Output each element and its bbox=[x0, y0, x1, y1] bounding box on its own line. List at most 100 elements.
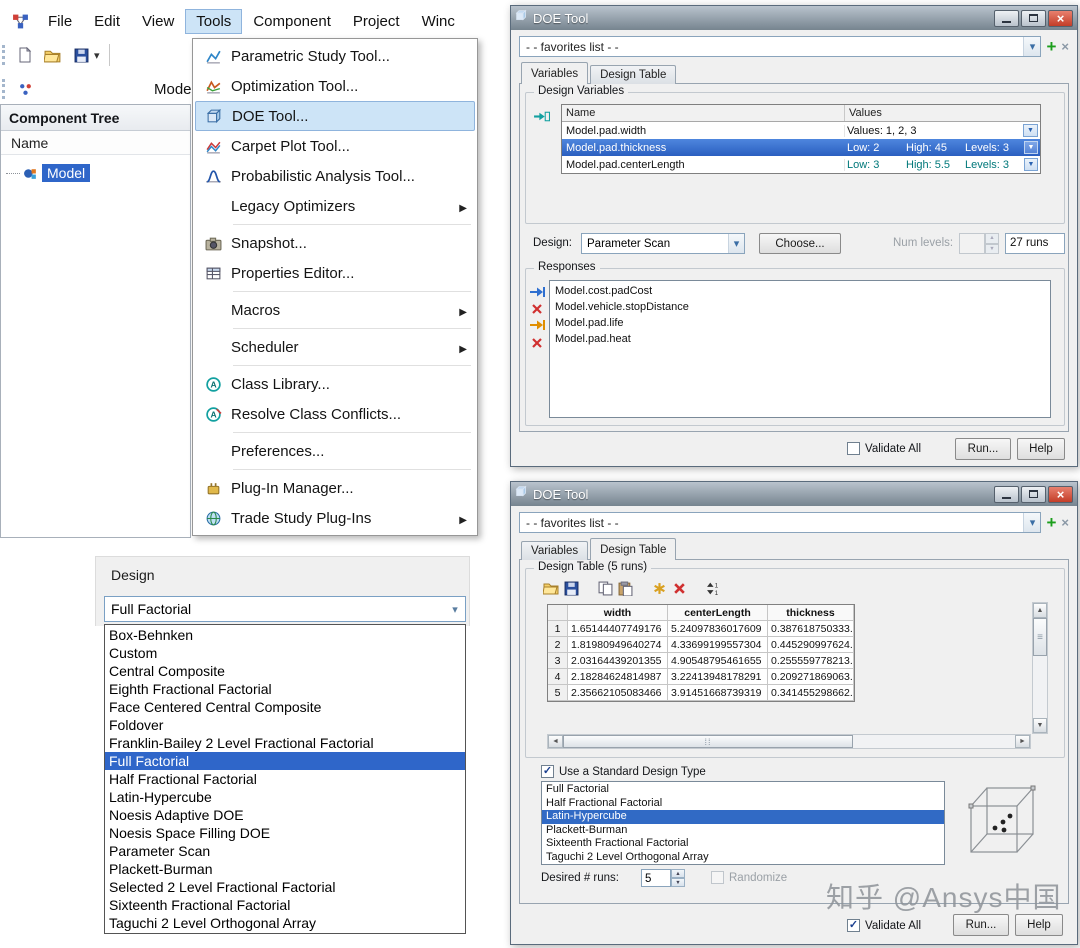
combo-dropdown-icon[interactable] bbox=[1023, 37, 1041, 56]
menu-item-plugin-manager[interactable]: Plug-In Manager... bbox=[195, 473, 475, 503]
design-option[interactable]: Sixteenth Fractional Factorial bbox=[105, 896, 465, 914]
desired-runs-field[interactable]: 5 bbox=[641, 869, 671, 887]
design-table-row[interactable]: 2 1.81980949640274 4.33699199557304 0.44… bbox=[548, 637, 854, 653]
design-table-row[interactable]: 5 2.35662105083466 3.91451668739319 0.34… bbox=[548, 685, 854, 701]
design-type-combo[interactable]: Parameter Scan bbox=[581, 233, 745, 254]
variable-row-width[interactable]: Model.pad.width Values: 1, 2, 3 bbox=[562, 122, 1040, 139]
checkbox-box[interactable] bbox=[847, 442, 860, 455]
design-table-row[interactable]: 4 2.18284624814987 3.22413948178291 0.20… bbox=[548, 669, 854, 685]
column-header-values[interactable]: Values bbox=[845, 105, 1040, 121]
toolbar-grip[interactable] bbox=[2, 45, 5, 65]
checkbox-box[interactable] bbox=[541, 765, 554, 778]
menu-item-probabilistic-analysis-tool[interactable]: Probabilistic Analysis Tool... bbox=[195, 161, 475, 191]
open-file-icon[interactable] bbox=[42, 43, 64, 67]
toolbar-grip[interactable] bbox=[2, 79, 5, 99]
close-button[interactable] bbox=[1048, 9, 1073, 27]
combo-dropdown-icon[interactable] bbox=[728, 234, 744, 253]
copy-icon[interactable] bbox=[595, 579, 615, 597]
validate-all-checkbox[interactable]: Validate All bbox=[847, 442, 921, 455]
scroll-right-icon[interactable] bbox=[1015, 735, 1030, 748]
cell-width[interactable]: 2.35662105083466 bbox=[568, 685, 668, 701]
scrollbar-thumb[interactable] bbox=[563, 735, 853, 748]
scroll-down-icon[interactable] bbox=[1033, 718, 1047, 733]
help-button[interactable]: Help bbox=[1015, 914, 1063, 936]
favorites-remove-icon[interactable] bbox=[1061, 40, 1069, 53]
menu-item-resolve-class-conflicts[interactable]: A Resolve Class Conflicts... bbox=[195, 399, 475, 429]
close-button[interactable] bbox=[1048, 485, 1073, 503]
design-option[interactable]: Face Centered Central Composite bbox=[105, 698, 465, 716]
node-icon[interactable] bbox=[14, 77, 36, 101]
scrollbar-thumb[interactable] bbox=[1033, 618, 1047, 656]
menu-item-legacy-optimizers[interactable]: Legacy Optimizers bbox=[195, 191, 475, 221]
maximize-button[interactable] bbox=[1021, 9, 1046, 27]
design-type-item[interactable]: Full Factorial bbox=[542, 783, 944, 797]
run-button[interactable]: Run... bbox=[955, 438, 1011, 460]
vertical-scrollbar[interactable] bbox=[1032, 602, 1048, 734]
cell-centerlength[interactable]: 4.33699199557304 bbox=[668, 637, 768, 653]
column-header-thickness[interactable]: thickness bbox=[768, 605, 854, 621]
response-item[interactable]: Model.cost.padCost bbox=[550, 283, 1050, 299]
run-button[interactable]: Run... bbox=[953, 914, 1009, 936]
scroll-up-icon[interactable] bbox=[1033, 603, 1047, 618]
add-run-icon[interactable] bbox=[649, 579, 669, 597]
delete-run-icon[interactable] bbox=[669, 579, 689, 597]
title-bar[interactable]: DOE Tool bbox=[511, 482, 1077, 506]
cell-centerlength[interactable]: 3.22413948178291 bbox=[668, 669, 768, 685]
horizontal-scrollbar[interactable] bbox=[547, 734, 1031, 749]
cell-centerlength[interactable]: 4.90548795461655 bbox=[668, 653, 768, 669]
design-type-item[interactable]: Taguchi 2 Level Orthogonal Array bbox=[542, 851, 944, 865]
column-header-centerlength[interactable]: centerLength bbox=[668, 605, 768, 621]
component-tree-name-header[interactable]: Name bbox=[1, 131, 190, 155]
standard-design-type-checkbox[interactable]: Use a Standard Design Type bbox=[541, 765, 706, 778]
menu-file[interactable]: File bbox=[37, 9, 83, 34]
row-expand-chevron-icon[interactable] bbox=[1023, 124, 1038, 137]
spinner-up-icon[interactable] bbox=[671, 869, 685, 878]
design-combo[interactable]: Full Factorial bbox=[104, 596, 466, 622]
cell-thickness[interactable]: 0.445290997624... bbox=[768, 637, 854, 653]
menu-item-trade-study-plugins[interactable]: Trade Study Plug-Ins bbox=[195, 503, 475, 533]
menu-item-macros[interactable]: Macros bbox=[195, 295, 475, 325]
menu-item-optimization-tool[interactable]: Optimization Tool... bbox=[195, 71, 475, 101]
response-item[interactable]: Model.pad.life bbox=[550, 315, 1050, 331]
cell-width[interactable]: 2.18284624814987 bbox=[568, 669, 668, 685]
design-option[interactable]: Taguchi 2 Level Orthogonal Array bbox=[105, 914, 465, 932]
cell-centerlength[interactable]: 3.91451668739319 bbox=[668, 685, 768, 701]
cell-thickness[interactable]: 0.209271869063... bbox=[768, 669, 854, 685]
desired-runs-spinner[interactable]: 5 bbox=[641, 869, 685, 887]
design-option[interactable]: Noesis Space Filling DOE bbox=[105, 824, 465, 842]
design-option[interactable]: Custom bbox=[105, 644, 465, 662]
favorites-combo[interactable]: - - favorites list - - bbox=[519, 36, 1042, 57]
design-type-item[interactable]: Sixteenth Fractional Factorial bbox=[542, 837, 944, 851]
combo-dropdown-icon[interactable] bbox=[445, 597, 465, 621]
title-bar[interactable]: DOE Tool bbox=[511, 6, 1077, 30]
cell-width[interactable]: 1.65144407749176 bbox=[568, 621, 668, 637]
save-dropdown-icon[interactable] bbox=[94, 49, 100, 62]
row-expand-chevron-icon[interactable] bbox=[1024, 141, 1038, 154]
tree-item-model[interactable]: Model bbox=[1, 164, 190, 182]
column-header-name[interactable]: Name bbox=[562, 105, 845, 121]
sort-runs-icon[interactable]: 11 bbox=[703, 579, 723, 597]
menu-item-snapshot[interactable]: Snapshot... bbox=[195, 228, 475, 258]
minimize-button[interactable] bbox=[994, 485, 1019, 503]
design-type-item-selected[interactable]: Latin-Hypercube bbox=[542, 810, 944, 824]
checkbox-box[interactable] bbox=[847, 919, 860, 932]
design-type-item[interactable]: Plackett-Burman bbox=[542, 824, 944, 838]
design-table-row[interactable]: 3 2.03164439201355 4.90548795461655 0.25… bbox=[548, 653, 854, 669]
mode-combo-label[interactable]: Mode bbox=[154, 81, 192, 98]
variable-row-thickness-selected[interactable]: Model.pad.thickness Low: 2 High: 45 Leve… bbox=[562, 139, 1040, 156]
design-option[interactable]: Eighth Fractional Factorial bbox=[105, 680, 465, 698]
response-item[interactable]: Model.vehicle.stopDistance bbox=[550, 299, 1050, 315]
tab-variables[interactable]: Variables bbox=[521, 541, 589, 560]
cell-thickness[interactable]: 0.387618750333... bbox=[768, 621, 854, 637]
menu-project[interactable]: Project bbox=[342, 9, 411, 34]
design-option[interactable]: Box-Behnken bbox=[105, 626, 465, 644]
help-button[interactable]: Help bbox=[1017, 438, 1065, 460]
design-table-row[interactable]: 1 1.65144407749176 5.24097836017609 0.38… bbox=[548, 621, 854, 637]
menu-component[interactable]: Component bbox=[242, 9, 342, 34]
favorites-add-icon[interactable] bbox=[1046, 38, 1056, 55]
menu-item-scheduler[interactable]: Scheduler bbox=[195, 332, 475, 362]
open-icon[interactable] bbox=[541, 579, 561, 597]
design-option[interactable]: Plackett-Burman bbox=[105, 860, 465, 878]
paste-icon[interactable] bbox=[615, 579, 635, 597]
choose-button[interactable]: Choose... bbox=[759, 233, 841, 254]
